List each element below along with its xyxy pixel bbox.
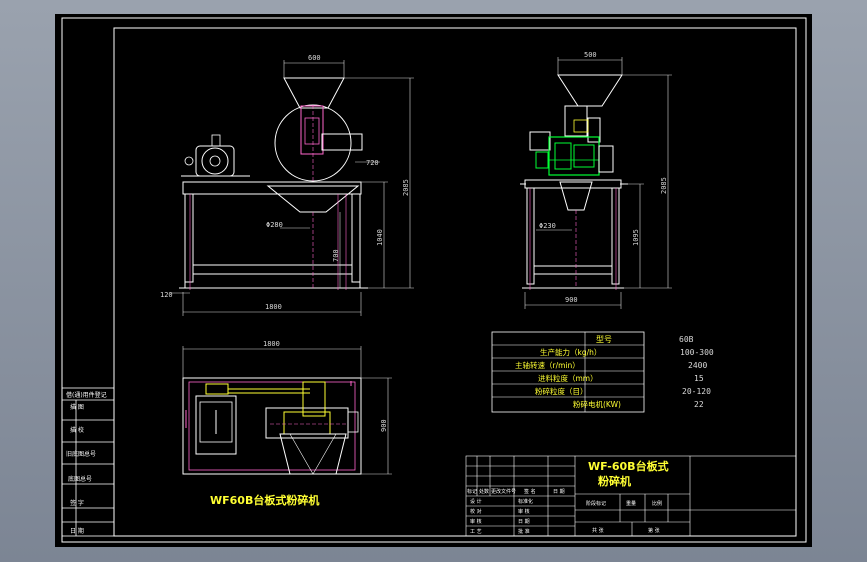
side-dim-900: 900 — [565, 296, 578, 304]
plan-caption: WF60B台板式粉碎机 — [210, 493, 319, 507]
tb-role-right: 标准化 — [518, 498, 533, 505]
title-line-1: WF-60B台板式 — [588, 459, 669, 473]
side-cell-6: 日 期 — [70, 527, 84, 535]
front-dim-1040: 1040 — [376, 229, 384, 246]
spec-row-label: 粉碎粒度（目） — [535, 386, 588, 396]
tb-header: 标记 — [467, 488, 477, 495]
spec-header-label: 型号 — [596, 335, 612, 344]
side-cell-1: 描 图 — [70, 403, 84, 411]
front-dim-600: 600 — [308, 54, 321, 62]
tb-stage: 比例 — [652, 500, 662, 507]
plan-dim-1800: 1800 — [263, 340, 280, 348]
tb-role: 审 核 — [470, 518, 482, 525]
cad-drawing-window: 借(通)用件登记 描 图 描 校 旧底图总号 底图总号 签 字 日 期 600 … — [0, 0, 867, 562]
side-cell-3: 旧底图总号 — [66, 450, 96, 458]
tb-stage: 阶段标记 — [586, 500, 606, 507]
spec-row-value: 2400 — [688, 361, 707, 370]
side-dim-phi230: Φ230 — [539, 222, 556, 230]
spec-row-value: 22 — [694, 400, 704, 409]
front-dim-2085: 2085 — [402, 179, 410, 196]
front-dim-120: 120 — [160, 291, 173, 299]
title-line-2: 粉碎机 — [598, 474, 631, 488]
side-cell-0: 借(通)用件登记 — [66, 391, 107, 399]
front-dim-720: 720 — [366, 159, 379, 167]
spec-row-value: 20-120 — [682, 387, 711, 396]
tb-role-right: 审 核 — [518, 508, 530, 515]
side-dim-1095: 1095 — [632, 229, 640, 246]
spec-row-label: 粉碎电机(KW) — [573, 399, 621, 409]
spec-row-value: 100-300 — [680, 348, 714, 357]
spec-row-label: 进料粒度（mm） — [538, 373, 598, 383]
side-cell-5: 签 字 — [70, 499, 84, 507]
drawing-canvas: 借(通)用件登记 描 图 描 校 旧底图总号 底图总号 签 字 日 期 600 … — [55, 14, 812, 547]
plan-dim-900: 900 — [380, 419, 388, 432]
tb-role: 校 对 — [470, 508, 482, 515]
spec-row-label: 主轴转速（r/min） — [515, 360, 580, 370]
tb-header: 签 名 — [524, 488, 536, 495]
spec-row-value: 15 — [694, 374, 704, 383]
tb-sheet: 共 张 — [592, 527, 604, 534]
front-dim-700: 700 — [332, 249, 340, 262]
tb-header: 更改文件号 — [491, 488, 516, 495]
drawing-sheet — [55, 14, 812, 547]
tb-role-right: 日 期 — [518, 519, 530, 525]
spec-row-label: 生产能力（kg/h） — [540, 347, 601, 357]
tb-role: 设 计 — [470, 498, 482, 505]
front-dim-phi280: Φ280 — [266, 221, 283, 229]
front-dim-1800: 1800 — [265, 303, 282, 311]
tb-stage: 重量 — [626, 500, 636, 507]
tb-role-right: 批 准 — [518, 528, 530, 535]
side-cell-2: 描 校 — [70, 426, 84, 434]
tb-role: 工 艺 — [470, 529, 482, 535]
tb-header: 日 期 — [553, 489, 565, 495]
side-dim-2085: 2085 — [660, 177, 668, 194]
tb-sheet: 第 张 — [648, 527, 660, 534]
tb-header: 处数 — [479, 488, 489, 495]
side-cell-4: 底图总号 — [68, 475, 92, 483]
spec-header-value: 60B — [679, 335, 694, 344]
side-dim-500: 500 — [584, 51, 597, 59]
